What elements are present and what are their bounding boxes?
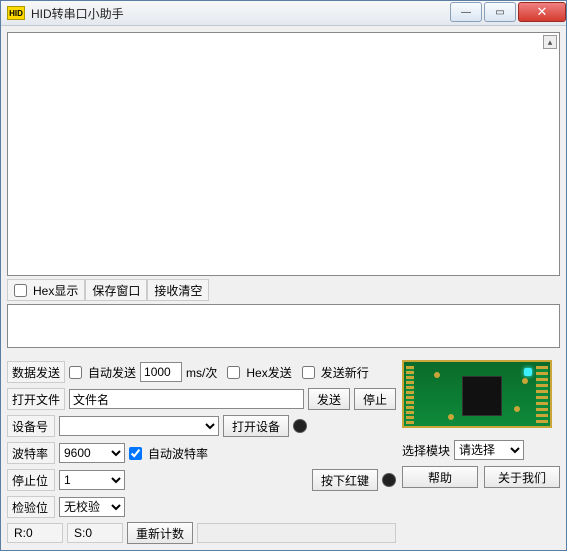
clear-receive-label: 接收清空 — [154, 282, 202, 299]
save-window-button[interactable]: 保存窗口 — [85, 279, 147, 301]
minimize-button[interactable]: — — [450, 2, 482, 22]
open-file-label[interactable]: 打开文件 — [7, 388, 65, 410]
interval-input[interactable] — [140, 362, 182, 382]
send-button[interactable]: 发送 — [308, 388, 350, 410]
parity-label: 检验位 — [7, 496, 55, 518]
auto-baud-label: 自动波特率 — [148, 445, 208, 462]
module-select[interactable]: 请选择 — [454, 440, 524, 460]
app-window: HID HID转串口小助手 — ▭ ✕ ▴ Hex显示 保存窗口 接收清空 — [0, 0, 567, 551]
stop-select[interactable]: 1 — [59, 470, 125, 490]
status-bar — [197, 523, 396, 543]
device-row: 设备号 打开设备 — [7, 414, 396, 438]
stop-row: 停止位 1 按下红键 — [7, 468, 396, 492]
data-send-label: 数据发送 — [7, 361, 65, 383]
client-area: ▴ Hex显示 保存窗口 接收清空 数据发送 — [1, 26, 566, 550]
about-button[interactable]: 关于我们 — [484, 466, 560, 488]
window-controls: — ▭ ✕ — [450, 2, 566, 24]
reset-count-button[interactable]: 重新计数 — [127, 522, 193, 544]
baud-row: 波特率 9600 自动波特率 — [7, 441, 396, 465]
auto-send-label: 自动发送 — [88, 364, 136, 381]
hex-send-checkbox[interactable] — [227, 366, 240, 379]
receive-toolbar: Hex显示 保存窗口 接收清空 — [7, 279, 560, 301]
right-buttons: 帮助 关于我们 — [402, 466, 560, 488]
device-num-label: 设备号 — [7, 415, 55, 437]
module-image — [402, 360, 552, 428]
auto-baud-checkbox[interactable] — [129, 447, 142, 460]
stop-label: 停止位 — [7, 469, 55, 491]
send-textarea[interactable] — [7, 304, 560, 348]
help-button[interactable]: 帮助 — [402, 466, 478, 488]
parity-select[interactable]: 无校验 — [59, 497, 125, 517]
hex-display-cell: Hex显示 — [7, 279, 85, 301]
close-button[interactable]: ✕ — [518, 2, 566, 22]
auto-send-checkbox[interactable] — [69, 366, 82, 379]
tx-count: S:0 — [67, 523, 123, 543]
open-device-button[interactable]: 打开设备 — [223, 415, 289, 437]
file-name-input[interactable] — [69, 389, 304, 409]
module-select-row: 选择模块 请选择 — [402, 438, 560, 462]
status-row: R:0 S:0 重新计数 — [7, 522, 396, 544]
rx-count: R:0 — [7, 523, 63, 543]
device-select[interactable] — [59, 416, 219, 436]
save-window-label: 保存窗口 — [92, 282, 140, 299]
parity-row: 检验位 无校验 — [7, 495, 396, 519]
device-status-indicator — [293, 419, 307, 433]
receive-textarea[interactable]: ▴ — [7, 32, 560, 276]
app-icon: HID — [7, 6, 25, 20]
titlebar: HID HID转串口小助手 — ▭ ✕ — [1, 1, 566, 26]
right-column: 选择模块 请选择 帮助 关于我们 — [402, 360, 560, 544]
baud-label: 波特率 — [7, 442, 55, 464]
hex-display-label: Hex显示 — [33, 282, 78, 299]
bottom-panel: 数据发送 自动发送 ms/次 Hex发送 发送新行 打开文件 发送 停止 — [7, 360, 560, 544]
interval-unit-label: ms/次 — [186, 364, 217, 381]
send-newline-checkbox[interactable] — [302, 366, 315, 379]
window-title: HID转串口小助手 — [31, 5, 450, 22]
module-select-label: 选择模块 — [402, 442, 450, 459]
scroll-up-icon[interactable]: ▴ — [543, 35, 557, 49]
clear-receive-button[interactable]: 接收清空 — [147, 279, 209, 301]
press-red-button[interactable]: 按下红键 — [312, 469, 378, 491]
open-file-row: 打开文件 发送 停止 — [7, 387, 396, 411]
left-column: 数据发送 自动发送 ms/次 Hex发送 发送新行 打开文件 发送 停止 — [7, 360, 396, 544]
hex-send-label: Hex发送 — [246, 364, 291, 381]
maximize-button[interactable]: ▭ — [484, 2, 516, 22]
stop-button[interactable]: 停止 — [354, 388, 396, 410]
hex-display-checkbox[interactable] — [14, 284, 27, 297]
red-key-indicator — [382, 473, 396, 487]
data-send-row: 数据发送 自动发送 ms/次 Hex发送 发送新行 — [7, 360, 396, 384]
send-newline-label: 发送新行 — [321, 364, 369, 381]
baud-select[interactable]: 9600 — [59, 443, 125, 463]
